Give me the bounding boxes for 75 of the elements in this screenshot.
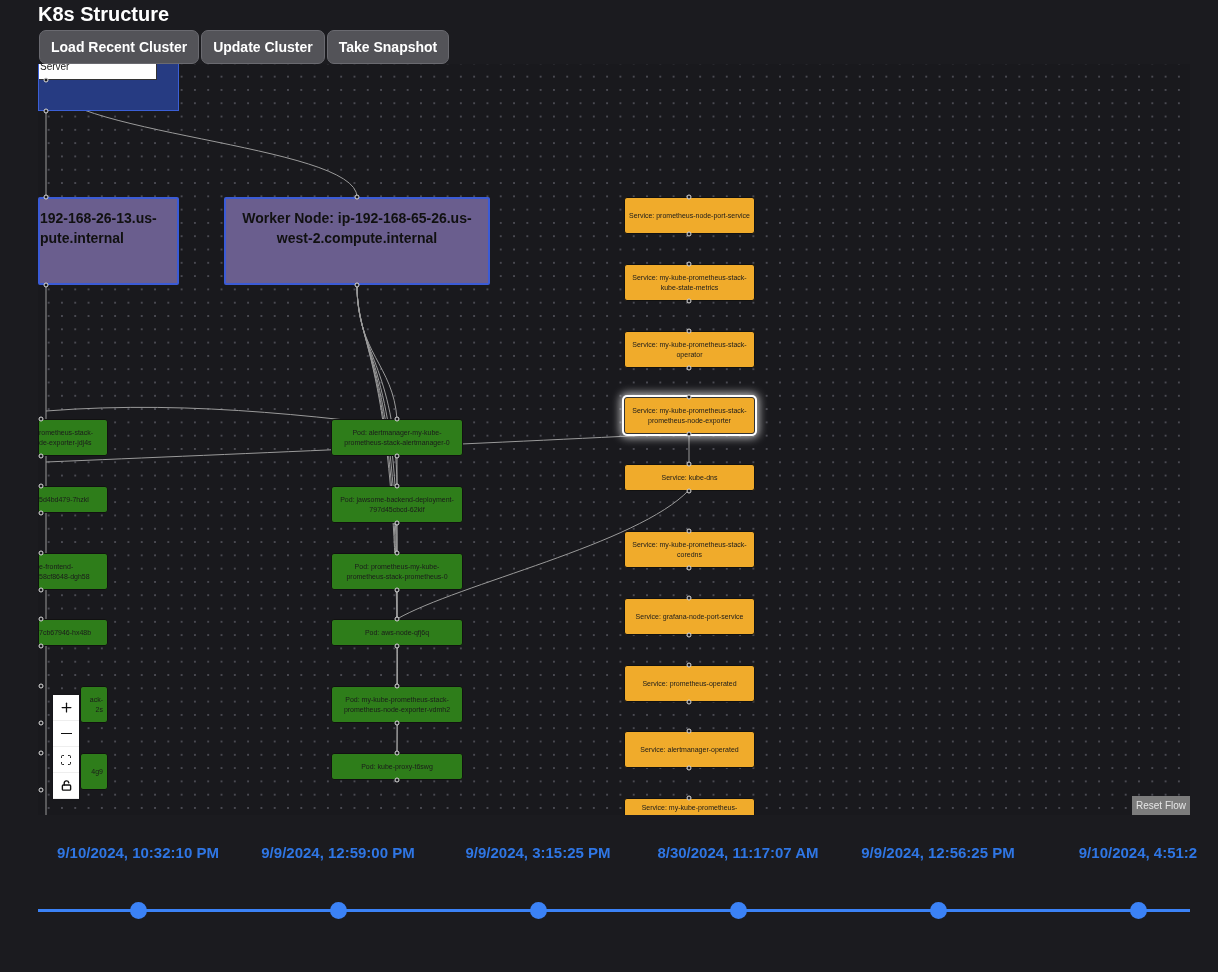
reset-flow-button[interactable]: Reset Flow xyxy=(1132,796,1190,815)
snapshot-date-link[interactable]: 9/9/2024, 12:56:25 PM xyxy=(838,844,1038,861)
timeline-point[interactable] xyxy=(529,901,547,919)
timeline-point[interactable] xyxy=(729,901,747,919)
connection-handle[interactable] xyxy=(38,587,44,593)
connection-handle[interactable] xyxy=(686,795,692,801)
connection-handle[interactable] xyxy=(686,365,692,371)
connection-handle[interactable] xyxy=(686,394,692,400)
connection-handle[interactable] xyxy=(38,616,44,622)
connection-handle[interactable] xyxy=(686,261,692,267)
minus-icon xyxy=(60,732,72,735)
connection-handle[interactable] xyxy=(43,282,49,288)
snapshot-date-link[interactable]: 9/9/2024, 12:59:00 PM xyxy=(238,844,438,861)
plus-icon xyxy=(58,700,74,715)
connection-handle[interactable] xyxy=(38,787,44,793)
connection-handle[interactable] xyxy=(686,431,692,437)
toolbar-button[interactable]: Update Cluster xyxy=(201,30,325,64)
timeline-point[interactable] xyxy=(1129,901,1147,919)
connection-handle[interactable] xyxy=(38,416,44,422)
connection-handle[interactable] xyxy=(38,510,44,516)
connection-handle[interactable] xyxy=(394,483,400,489)
snapshot-date-link[interactable]: 9/10/2024, 4:51:2 xyxy=(1038,844,1218,861)
zoom-in-button[interactable] xyxy=(53,695,79,721)
worker-node[interactable]: 192-168-26-13.us- pute.internal xyxy=(38,197,179,285)
toolbar-button[interactable]: Take Snapshot xyxy=(326,30,450,64)
connection-handle[interactable] xyxy=(686,565,692,571)
connection-handle[interactable] xyxy=(43,108,49,114)
connection-handle[interactable] xyxy=(394,720,400,726)
connection-handle[interactable] xyxy=(686,231,692,237)
connection-handle[interactable] xyxy=(43,194,49,200)
connection-handle[interactable] xyxy=(38,550,44,556)
fit-view-button[interactable] xyxy=(53,747,79,773)
connection-handle[interactable] xyxy=(394,750,400,756)
connection-handle[interactable] xyxy=(394,587,400,593)
snapshot-date-link[interactable]: 9/9/2024, 3:15:25 PM xyxy=(438,844,638,861)
connection-handle[interactable] xyxy=(354,282,360,288)
fit-view-icon xyxy=(60,753,72,766)
connection-handle[interactable] xyxy=(686,461,692,467)
connection-handle[interactable] xyxy=(394,643,400,649)
timeline-point[interactable] xyxy=(929,901,947,919)
connection-handle[interactable] xyxy=(686,488,692,494)
connection-handle[interactable] xyxy=(43,77,49,83)
connection-handle[interactable] xyxy=(394,683,400,689)
connection-handle[interactable] xyxy=(686,194,692,200)
connection-handle[interactable] xyxy=(38,483,44,489)
worker-node[interactable]: Worker Node: ip-192-168-65-26.us-west-2.compute.internal xyxy=(224,197,490,285)
connection-handle[interactable] xyxy=(686,765,692,771)
connection-handle[interactable] xyxy=(38,720,44,726)
connection-handle[interactable] xyxy=(38,750,44,756)
connection-handle[interactable] xyxy=(354,194,360,200)
connection-handle[interactable] xyxy=(394,416,400,422)
toolbar-button[interactable]: Load Recent Cluster xyxy=(39,30,200,64)
timeline-point[interactable] xyxy=(329,901,347,919)
connection-handle[interactable] xyxy=(394,777,400,783)
connection-handle[interactable] xyxy=(686,662,692,668)
connection-handle[interactable] xyxy=(686,328,692,334)
connection-handle[interactable] xyxy=(686,595,692,601)
connection-handle[interactable] xyxy=(394,616,400,622)
timeline-point[interactable] xyxy=(129,901,147,919)
snapshot-date-link[interactable]: 9/10/2024, 10:32:10 PM xyxy=(38,844,238,861)
connection-handle[interactable] xyxy=(38,683,44,689)
snapshot-date-link[interactable]: 8/30/2024, 11:17:07 AM xyxy=(638,844,838,861)
page-title: K8s Structure xyxy=(38,3,171,26)
connection-handle[interactable] xyxy=(394,453,400,459)
connection-handle[interactable] xyxy=(38,453,44,459)
unlocked-padlock-icon xyxy=(60,780,72,791)
connection-handle[interactable] xyxy=(686,528,692,534)
connection-handle[interactable] xyxy=(686,728,692,734)
connection-handle[interactable] xyxy=(686,632,692,638)
connection-handle[interactable] xyxy=(394,520,400,526)
connection-handle[interactable] xyxy=(686,298,692,304)
lock-button[interactable] xyxy=(53,773,79,799)
connection-handle[interactable] xyxy=(686,699,692,705)
connection-handle[interactable] xyxy=(394,550,400,556)
connection-handle[interactable] xyxy=(38,643,44,649)
